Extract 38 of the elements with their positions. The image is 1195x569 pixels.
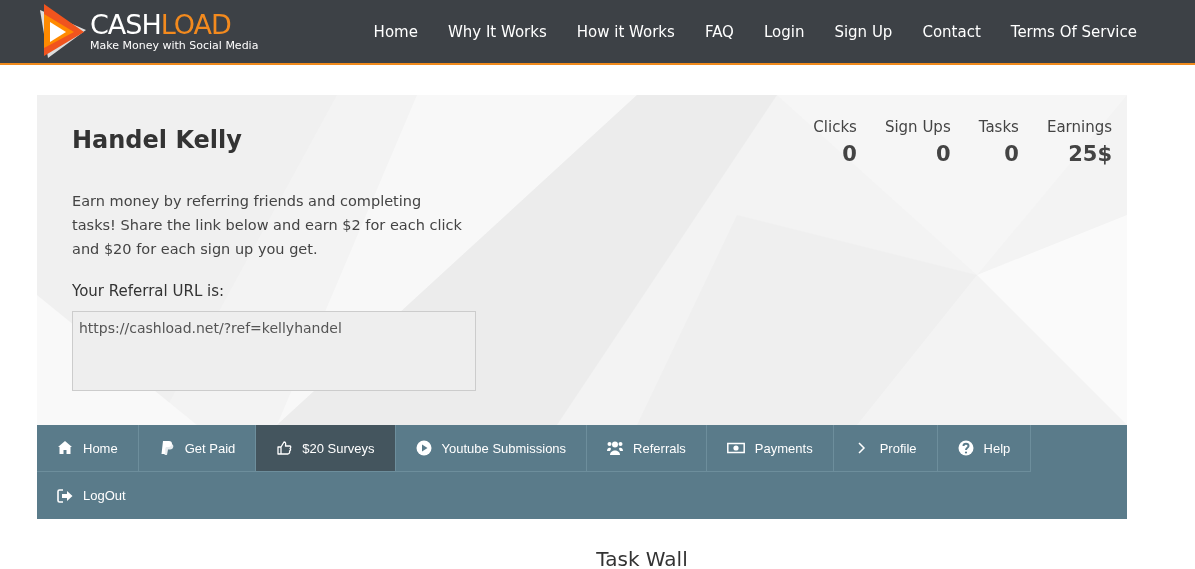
logo-wordmark[interactable]: CASHLOAD — [90, 11, 259, 39]
nav-tab[interactable]: Referrals — [587, 425, 707, 472]
help-icon — [957, 440, 974, 456]
nav-link[interactable]: Why It Works — [447, 22, 547, 41]
nav-tab[interactable]: Profile — [833, 425, 938, 472]
description-text: Earn money by referring friends and completing tasks! Share the link below and earn $2 for each click and $20 for each sign up you get. — [72, 192, 463, 259]
banknote-icon — [726, 440, 745, 456]
section-heading: Task Wall — [595, 547, 689, 569]
profile-name: Handel Kelly — [72, 125, 243, 155]
nav-tab[interactable]: Youtube Submissions — [395, 425, 588, 472]
stat-label: Clicks — [813, 117, 857, 137]
referral-label: Your Referral URL is: — [72, 281, 226, 301]
stat-label: Sign Ups — [884, 117, 951, 137]
logo-tagline: Make Money with Social Media — [90, 39, 259, 52]
nav-link[interactable]: Sign Up — [834, 22, 893, 41]
stat-label: Earnings — [1046, 117, 1112, 137]
nav-tab[interactable]: LogOut — [37, 472, 146, 519]
nav-link[interactable]: FAQ — [704, 22, 734, 41]
nav-link[interactable]: Contact — [922, 22, 981, 41]
logout-icon — [57, 487, 73, 504]
nav-tab[interactable]: Home — [37, 425, 139, 472]
nav-link[interactable]: Login — [763, 22, 805, 41]
nav-tab[interactable]: Help — [937, 425, 1032, 472]
home-icon — [57, 440, 73, 456]
stat-value: 0 — [1004, 141, 1019, 167]
nav-link[interactable]: Terms Of Service — [1010, 22, 1137, 41]
referral-url-field[interactable]: https://cashload.net/?ref=kellyhandel — [72, 311, 476, 391]
play-icon — [415, 440, 432, 456]
users-icon — [607, 440, 624, 456]
stat-value: 0 — [936, 141, 951, 167]
nav-link[interactable]: Home — [373, 22, 418, 41]
stat-value: 25$ — [1068, 141, 1112, 167]
nav-tab[interactable]: Payments — [706, 425, 834, 472]
nav-tab[interactable]: $20 Surveys — [256, 425, 396, 472]
thumbs-up-icon — [276, 440, 293, 456]
nav-link[interactable]: How it Works — [576, 22, 675, 41]
stat-label: Tasks — [978, 117, 1019, 137]
stat-value: 0 — [842, 141, 857, 167]
